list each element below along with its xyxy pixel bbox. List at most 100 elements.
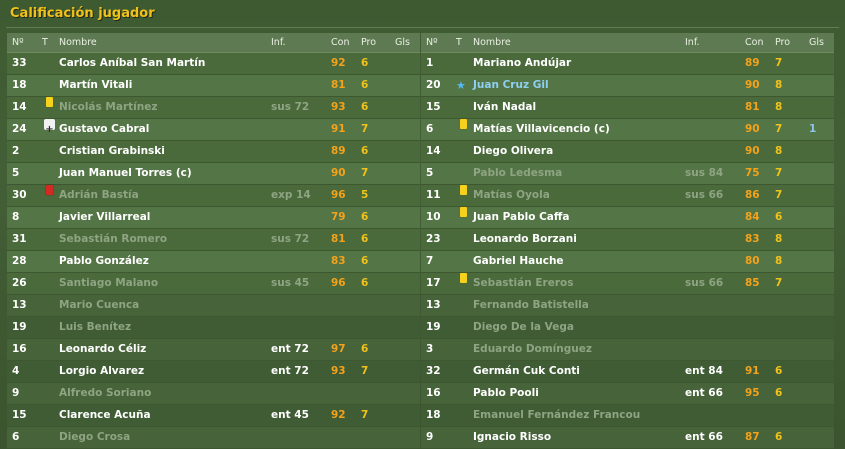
player-row[interactable]: 14 Nicolás Martínez sus 72 93 6 <box>7 97 420 119</box>
player-row[interactable]: 14 Diego Olivera 90 8 <box>421 141 834 163</box>
player-rating: 8 <box>775 255 783 267</box>
player-name: Diego Olivera <box>473 145 554 157</box>
header-name[interactable]: Nombre <box>59 33 97 52</box>
player-number: 18 <box>426 409 441 421</box>
player-row[interactable]: 15 Clarence Acuña ent 45 92 7 <box>7 405 420 427</box>
player-row[interactable]: 19 Diego De la Vega <box>421 317 834 339</box>
player-row[interactable]: 2 Cristian Grabinski 89 6 <box>7 141 420 163</box>
header-pro[interactable]: Pro <box>361 33 376 52</box>
player-number: 15 <box>12 409 27 421</box>
player-row[interactable]: 10 Juan Pablo Caffa 84 6 <box>421 207 834 229</box>
player-number: 16 <box>12 343 27 355</box>
player-number: 26 <box>12 277 27 289</box>
player-name: Emanuel Fernández Francou <box>473 409 641 421</box>
player-row[interactable]: 31 Sebastián Romero sus 72 81 6 <box>7 229 420 251</box>
player-rating: 6 <box>361 101 369 113</box>
player-condition: 91 <box>745 365 760 377</box>
header-pro[interactable]: Pro <box>775 33 790 52</box>
player-condition: 87 <box>745 431 760 443</box>
player-number: 2 <box>12 145 20 157</box>
header-number[interactable]: Nº <box>12 33 24 52</box>
player-row[interactable]: 7 Gabriel Hauche 80 8 <box>421 251 834 273</box>
player-number: 13 <box>12 299 27 311</box>
player-row[interactable]: 33 Carlos Aníbal San Martín 92 6 <box>7 53 420 75</box>
header-inf[interactable]: Inf. <box>271 33 286 52</box>
player-number: 17 <box>426 277 441 289</box>
player-info: ent 66 <box>685 431 723 443</box>
header-gls[interactable]: Gls <box>395 33 410 52</box>
player-row[interactable]: 5 Juan Manuel Torres (c) 90 7 <box>7 163 420 185</box>
player-condition: 89 <box>745 57 760 69</box>
player-row[interactable]: 15 Iván Nadal 81 8 <box>421 97 834 119</box>
player-row[interactable]: 16 Pablo Pooli ent 66 95 6 <box>421 383 834 405</box>
header-inf[interactable]: Inf. <box>685 33 700 52</box>
player-row[interactable]: 26 Santiago Malano sus 45 96 6 <box>7 273 420 295</box>
player-row[interactable]: 6 Matías Villavicencio (c) 90 7 1 <box>421 119 834 141</box>
player-name: Pablo Ledesma <box>473 167 563 179</box>
player-condition: 96 <box>331 189 346 201</box>
player-condition: 83 <box>745 233 760 245</box>
player-row[interactable]: 13 Fernando Batistella <box>421 295 834 317</box>
player-condition: 90 <box>745 79 760 91</box>
player-row[interactable]: 5 Pablo Ledesma sus 84 75 7 <box>421 163 834 185</box>
player-info: ent 66 <box>685 387 723 399</box>
player-condition: 75 <box>745 167 760 179</box>
player-row[interactable]: 30 Adrián Bastía exp 14 96 5 <box>7 185 420 207</box>
player-name: Luis Benítez <box>59 321 132 333</box>
player-row[interactable]: 13 Mario Cuenca <box>7 295 420 317</box>
player-row[interactable]: 3 Eduardo Domínguez <box>421 339 834 361</box>
player-number: 14 <box>12 101 27 113</box>
player-row[interactable]: 32 Germán Cuk Conti ent 84 91 6 <box>421 361 834 383</box>
player-row[interactable]: 19 Luis Benítez <box>7 317 420 339</box>
player-number: 7 <box>426 255 434 267</box>
header-t[interactable]: T <box>456 33 470 52</box>
player-condition: 81 <box>331 233 346 245</box>
player-row[interactable]: 1 Mariano Andújar 89 7 <box>421 53 834 75</box>
player-rating: 7 <box>361 167 369 179</box>
player-row[interactable]: 18 Emanuel Fernández Francou <box>421 405 834 427</box>
player-row[interactable]: 23 Leonardo Borzani 83 8 <box>421 229 834 251</box>
player-number: 6 <box>12 431 20 443</box>
player-row[interactable]: 9 Ignacio Risso ent 66 87 6 <box>421 427 834 449</box>
player-rating: 7 <box>775 167 783 179</box>
red-card-icon <box>46 185 53 195</box>
player-name: Clarence Acuña <box>59 409 151 421</box>
player-row[interactable]: 20 ★ Juan Cruz Gil 90 8 <box>421 75 834 97</box>
yellow-card-icon <box>460 119 467 129</box>
player-rating: 6 <box>361 277 369 289</box>
header-gls[interactable]: Gls <box>809 33 824 52</box>
header-con[interactable]: Con <box>745 33 763 52</box>
player-row[interactable]: 24 + Gustavo Cabral 91 7 <box>7 119 420 141</box>
player-info: ent 45 <box>271 409 309 421</box>
player-number: 11 <box>426 189 441 201</box>
header-con[interactable]: Con <box>331 33 349 52</box>
player-row[interactable]: 28 Pablo González 83 6 <box>7 251 420 273</box>
player-row[interactable]: 8 Javier Villarreal 79 6 <box>7 207 420 229</box>
player-number: 19 <box>426 321 441 333</box>
player-name: Santiago Malano <box>59 277 159 289</box>
header-name[interactable]: Nombre <box>473 33 511 52</box>
player-row[interactable]: 16 Leonardo Céliz ent 72 97 6 <box>7 339 420 361</box>
header-t[interactable]: T <box>42 33 56 52</box>
player-info: sus 66 <box>685 277 724 289</box>
player-row[interactable]: 4 Lorgio Alvarez ent 72 93 7 <box>7 361 420 383</box>
yellow-card-icon <box>460 185 467 195</box>
player-row[interactable]: 11 Matías Oyola sus 66 86 7 <box>421 185 834 207</box>
header-number[interactable]: Nº <box>426 33 438 52</box>
player-row[interactable]: 18 Martín Vitali 81 6 <box>7 75 420 97</box>
player-number: 6 <box>426 123 434 135</box>
player-rating: 6 <box>361 255 369 267</box>
player-rating: 6 <box>361 145 369 157</box>
player-condition: 83 <box>331 255 346 267</box>
player-info: sus 72 <box>271 233 310 245</box>
player-rating: 6 <box>361 343 369 355</box>
player-rating: 6 <box>775 365 783 377</box>
table-header: Nº T Nombre Inf. Con Pro Gls <box>7 33 420 53</box>
player-name: Juan Manuel Torres (c) <box>59 167 192 179</box>
player-row[interactable]: 9 Alfredo Soriano <box>7 383 420 405</box>
player-rating: 8 <box>775 233 783 245</box>
player-row[interactable]: 6 Diego Crosa <box>7 427 420 449</box>
player-row[interactable]: 17 Sebastián Ereros sus 66 85 7 <box>421 273 834 295</box>
player-name: Diego Crosa <box>59 431 131 443</box>
player-rating: 7 <box>361 123 369 135</box>
